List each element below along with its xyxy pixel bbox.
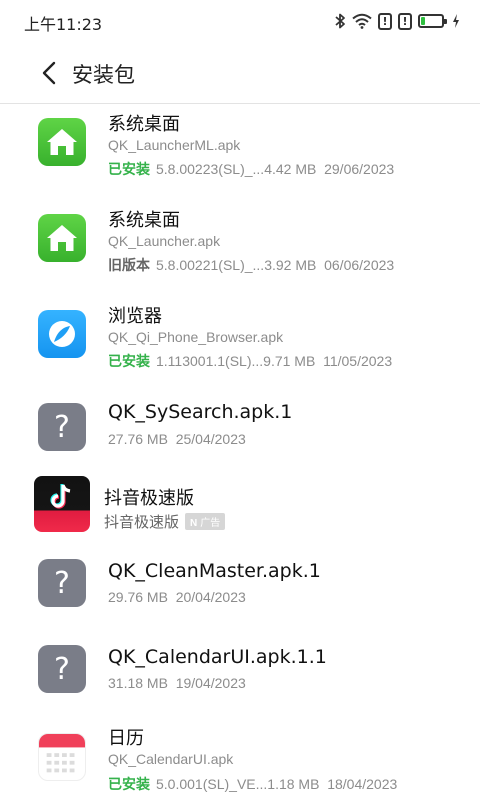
- status-icons: ! !: [334, 10, 460, 32]
- install-status: 已安装: [108, 354, 150, 370]
- file-date: 29/06/2023: [324, 161, 395, 177]
- question-glyph: ?: [54, 409, 70, 445]
- file-name: QK_CleanMaster.apk.1: [108, 560, 321, 582]
- home-icon: [38, 118, 86, 166]
- browser-icon: [38, 310, 86, 358]
- version: 1.113001.1(SL)...: [156, 353, 264, 369]
- battery-icon: [418, 11, 447, 31]
- file-size: 31.18 MB: [108, 675, 168, 691]
- file-name: QK_Launcher.apk: [108, 233, 221, 249]
- charging-icon: [452, 11, 460, 31]
- file-date: 19/04/2023: [175, 675, 246, 691]
- ad-app-label: 抖音极速版: [104, 514, 180, 531]
- item-meta: 29.76 MB 20/04/2023: [108, 589, 246, 605]
- title-bar: 安装包: [0, 42, 480, 104]
- calendar-icon: [38, 733, 86, 781]
- file-size: 29.76 MB: [108, 589, 168, 605]
- app-name: 日历: [108, 728, 144, 749]
- battery-level: [421, 17, 425, 25]
- file-date: 11/05/2023: [323, 353, 393, 369]
- item-meta: 已安装 5.8.00223(SL)_...4.42 MB 29/06/2023: [108, 159, 394, 179]
- ad-network-mark: N: [190, 517, 198, 529]
- unknown-file-icon: ?: [38, 645, 86, 693]
- ad-subtitle: 抖音极速版 N 广告: [104, 511, 226, 532]
- chevron-left-icon: [42, 61, 56, 85]
- list-item[interactable]: ? QK_CleanMaster.apk.1 29.76 MB 20/04/20…: [0, 549, 480, 635]
- ad-label: 广告: [200, 517, 221, 529]
- list-item[interactable]: ? QK_SySearch.apk.1 27.76 MB 25/04/2023: [0, 393, 480, 479]
- file-date: 25/04/2023: [175, 431, 246, 447]
- version: 5.8.00221(SL)_...: [156, 257, 265, 273]
- wifi-icon: [352, 11, 372, 31]
- list-item[interactable]: 系统桌面 QK_LauncherML.apk 已安装 5.8.00223(SL)_…: [0, 105, 480, 191]
- list-item[interactable]: 日历 QK_CalendarUI.apk 已安装 5.0.001(SL)_VE..…: [0, 719, 480, 800]
- file-date: 20/04/2023: [175, 589, 246, 605]
- item-meta: 旧版本 5.8.00221(SL)_...3.92 MB 06/06/2023: [108, 255, 394, 275]
- unknown-file-icon: ?: [38, 559, 86, 607]
- status-time: 上午11:23: [24, 15, 103, 34]
- bluetooth-icon: [334, 11, 346, 31]
- file-date: 18/04/2023: [327, 776, 398, 792]
- page-title: 安装包: [72, 63, 135, 87]
- list-item[interactable]: 浏览器 QK_Qi_Phone_Browser.apk 已安装 1.113001.…: [0, 297, 480, 383]
- file-size: 1.18 MB: [267, 776, 320, 792]
- file-name: QK_Qi_Phone_Browser.apk: [108, 329, 284, 345]
- item-meta: 31.18 MB 19/04/2023: [108, 675, 246, 691]
- item-meta: 已安装 5.0.001(SL)_VE...1.18 MB 18/04/2023: [108, 774, 397, 794]
- ad-badge: N 广告: [185, 512, 226, 530]
- list-item[interactable]: ? QK_CalendarUI.apk.1.1 31.18 MB 19/04/2…: [0, 635, 480, 721]
- battery-outline: [418, 14, 447, 28]
- app-name: 系统桌面: [108, 210, 180, 231]
- file-size: 9.71 MB: [263, 353, 316, 369]
- app-name: 浏览器: [108, 306, 162, 327]
- file-size: 4.42 MB: [264, 161, 317, 177]
- install-status: 已安装: [108, 162, 150, 178]
- unknown-file-icon: ?: [38, 403, 86, 451]
- alert-icon: !: [398, 11, 412, 31]
- file-name: QK_SySearch.apk.1: [108, 401, 293, 423]
- tiktok-icon: [34, 476, 90, 532]
- file-name: QK_CalendarUI.apk.1.1: [108, 646, 327, 668]
- app-name: 系统桌面: [108, 114, 180, 135]
- install-status: 已安装: [108, 777, 150, 793]
- app-name: 抖音极速版: [104, 488, 194, 509]
- version: 5.8.00223(SL)_...: [156, 161, 265, 177]
- question-glyph: ?: [54, 651, 70, 687]
- list-item[interactable]: 系统桌面 QK_Launcher.apk 旧版本 5.8.00221(SL)_..…: [0, 201, 480, 287]
- back-button[interactable]: [34, 58, 64, 88]
- item-meta: 27.76 MB 25/04/2023: [108, 431, 246, 447]
- status-bar: 上午11:23 ! !: [0, 0, 480, 42]
- file-size: 27.76 MB: [108, 431, 168, 447]
- version: 5.0.001(SL)_VE...: [156, 776, 268, 792]
- file-name: QK_CalendarUI.apk: [108, 751, 234, 767]
- file-size: 3.92 MB: [264, 257, 317, 273]
- home-icon: [38, 214, 86, 262]
- file-name: QK_LauncherML.apk: [108, 137, 241, 153]
- item-meta: 已安装 1.113001.1(SL)...9.71 MB 11/05/2023: [108, 351, 392, 371]
- install-status: 旧版本: [108, 258, 150, 274]
- file-date: 06/06/2023: [324, 257, 395, 273]
- alert-icon: !: [378, 11, 392, 31]
- alert-glyph: !: [398, 12, 412, 30]
- alert-glyph: !: [378, 12, 392, 30]
- question-glyph: ?: [54, 565, 70, 601]
